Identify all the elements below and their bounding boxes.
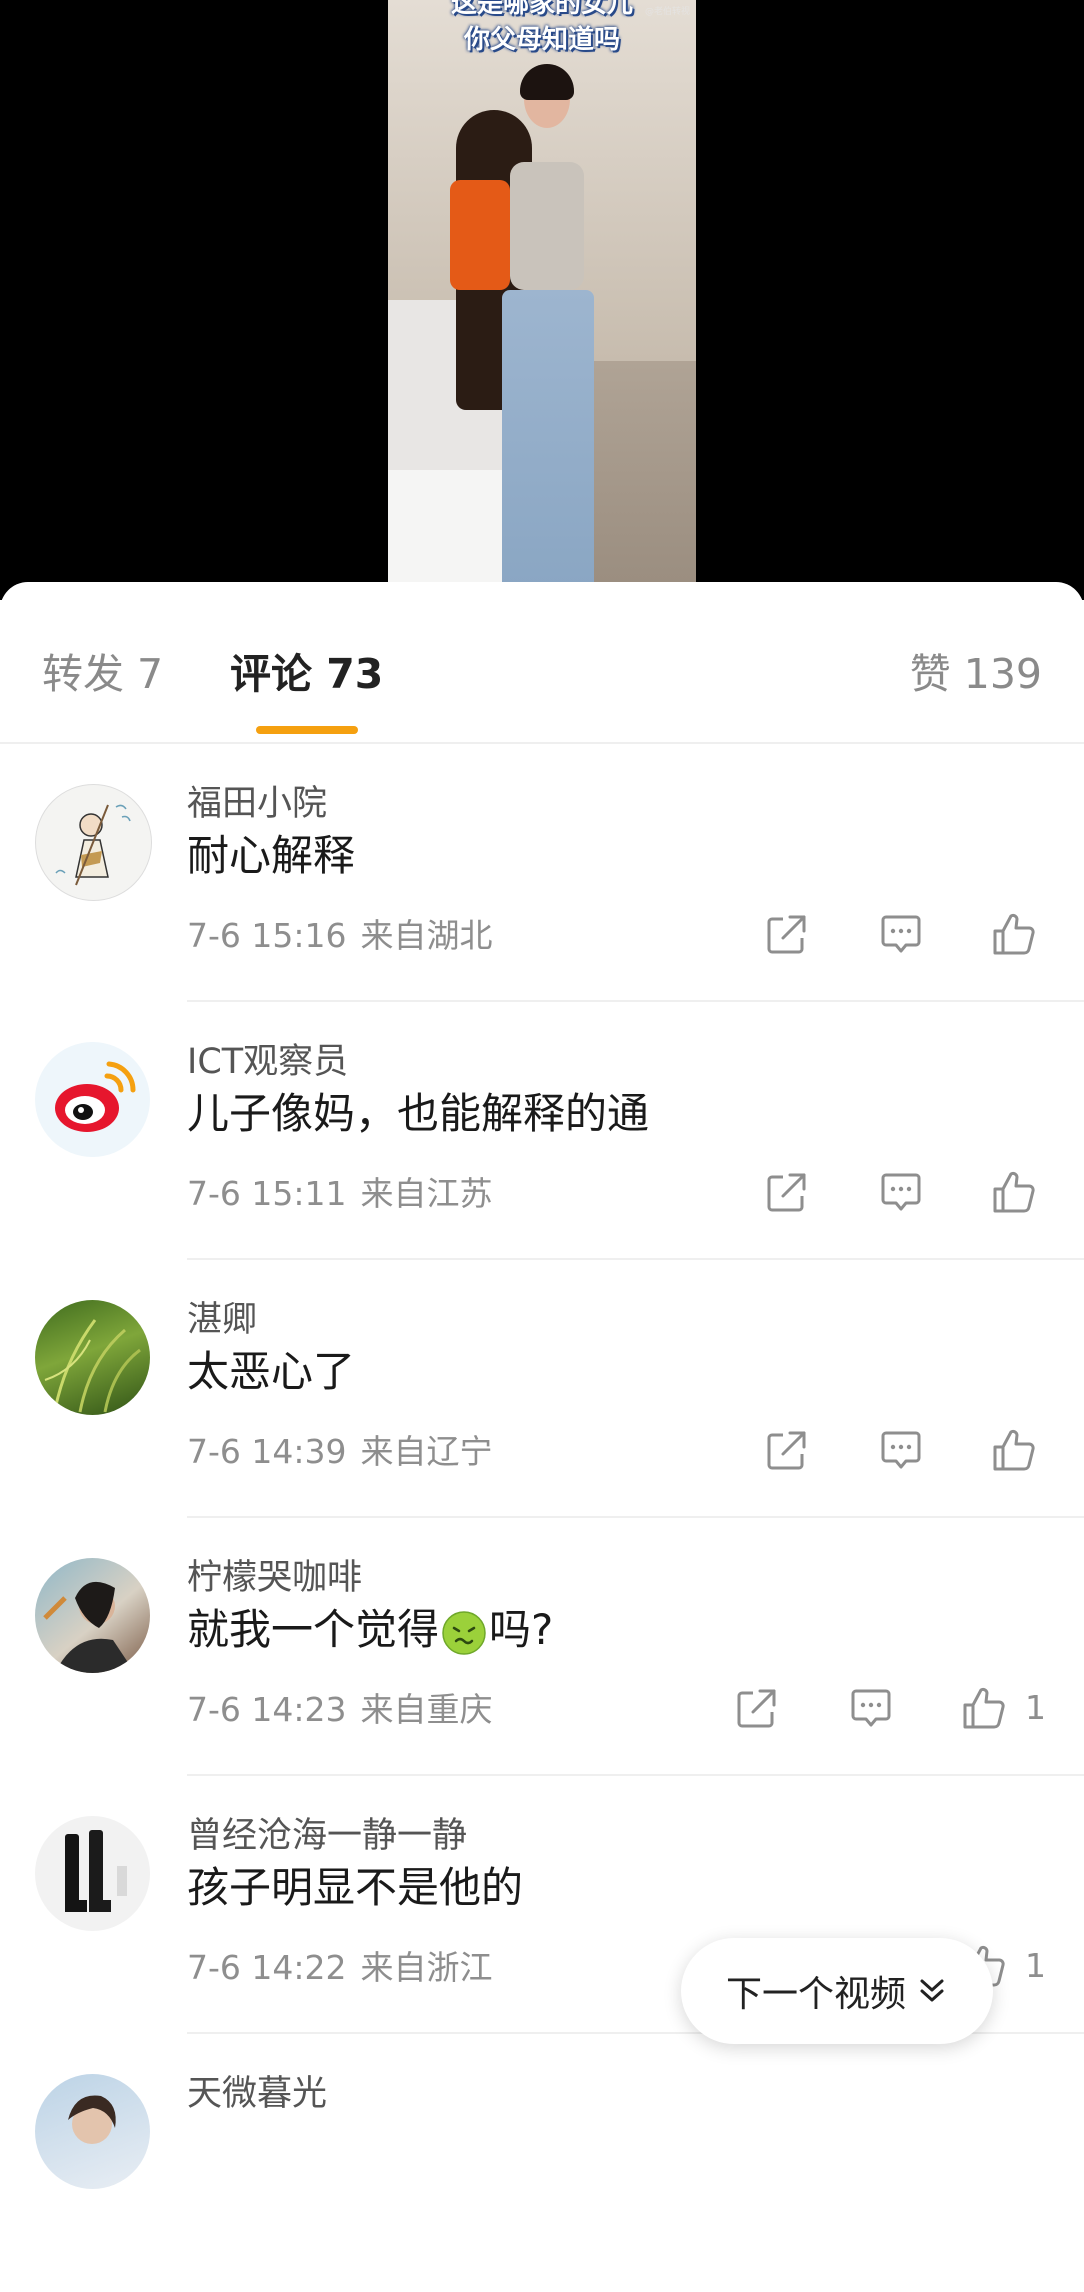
boots-avatar[interactable]	[35, 1816, 150, 1931]
comment-actions	[0, 1426, 1084, 1476]
weibo-logo-avatar[interactable]	[35, 1042, 150, 1157]
reply-icon[interactable]	[877, 910, 927, 960]
video-player[interactable]: 这是哪家的女儿 你父母知道吗 @老伯转视	[0, 0, 1084, 600]
comment-item[interactable]: 福田小院 耐心解释 7-6 15:16 来自湖北	[0, 744, 1084, 1002]
tab-active-indicator	[256, 726, 358, 734]
video-person-woman	[492, 64, 602, 582]
video-caption-line2: 你父母知道吗	[463, 25, 620, 55]
rice-plant-avatar[interactable]	[35, 1300, 150, 1415]
tab-comment[interactable]: 评论 73	[230, 650, 383, 698]
comment-username[interactable]: 天微暮光	[187, 2072, 327, 2116]
comment-username[interactable]: 柠檬哭咖啡	[187, 1556, 362, 1600]
comment-username[interactable]: ICT观察员	[187, 1040, 348, 1084]
comment-actions	[0, 1168, 1084, 1218]
reply-icon[interactable]	[877, 1426, 927, 1476]
share-icon[interactable]	[733, 1684, 783, 1734]
nauseated-face-emoji	[441, 1610, 487, 1656]
double-chevron-down-icon	[920, 1979, 944, 2002]
video-sheet	[388, 470, 508, 582]
share-icon[interactable]	[763, 1168, 813, 1218]
comment-actions	[0, 910, 1084, 960]
tab-bar: 转发 7 评论 73 赞 139	[0, 582, 1084, 742]
comment-text-after: 吗?	[489, 1605, 554, 1654]
next-video-label: 下一个视频	[725, 1974, 906, 2015]
monk-drawing-avatar[interactable]	[35, 784, 152, 901]
comment-item[interactable]: ICT观察员 儿子像妈，也能解释的通 7-6 15:11 来自江苏	[0, 1002, 1084, 1260]
next-video-button[interactable]: 下一个视频	[681, 1938, 993, 2044]
comment-text: 儿子像妈，也能解释的通	[187, 1089, 650, 1138]
portrait-avatar[interactable]	[35, 1558, 150, 1673]
comment-text: 孩子明显不是他的	[187, 1863, 524, 1912]
comment-username[interactable]: 曾经沧海一静一静	[187, 1814, 467, 1858]
tab-repost[interactable]: 转发 7	[42, 650, 163, 698]
like-icon[interactable]	[990, 910, 1040, 960]
like-icon[interactable]	[960, 1684, 1010, 1734]
comment-username[interactable]: 福田小院	[187, 782, 327, 826]
comment-text: 太恶心了	[187, 1347, 356, 1396]
like-icon[interactable]	[990, 1168, 1040, 1218]
like-count: 1	[1025, 1946, 1046, 1985]
comment-username[interactable]: 湛卿	[187, 1298, 257, 1342]
comment-actions: 1	[0, 1684, 1084, 1734]
comment-text-before: 就我一个觉得	[187, 1605, 440, 1654]
comment-item[interactable]: 湛卿 太恶心了 7-6 14:39 来自辽宁	[0, 1260, 1084, 1518]
comment-item[interactable]: 天微暮光	[0, 2034, 1084, 2292]
video-watermark: @老伯转视	[644, 7, 690, 17]
video-frame[interactable]: 这是哪家的女儿 你父母知道吗 @老伯转视	[388, 0, 696, 582]
comment-text: 就我一个觉得 吗?	[187, 1602, 553, 1658]
tab-like[interactable]: 赞 139	[910, 650, 1042, 698]
comment-text: 耐心解释	[187, 831, 356, 880]
share-icon[interactable]	[763, 910, 813, 960]
like-icon[interactable]	[990, 1426, 1040, 1476]
like-count: 1	[1025, 1688, 1046, 1727]
reply-icon[interactable]	[877, 1168, 927, 1218]
comment-item[interactable]: 柠檬哭咖啡 就我一个觉得 吗? 7-6 14:23 来自重庆 1	[0, 1518, 1084, 1776]
person-avatar[interactable]	[35, 2074, 150, 2189]
share-icon[interactable]	[763, 1426, 813, 1476]
reply-icon[interactable]	[847, 1684, 897, 1734]
